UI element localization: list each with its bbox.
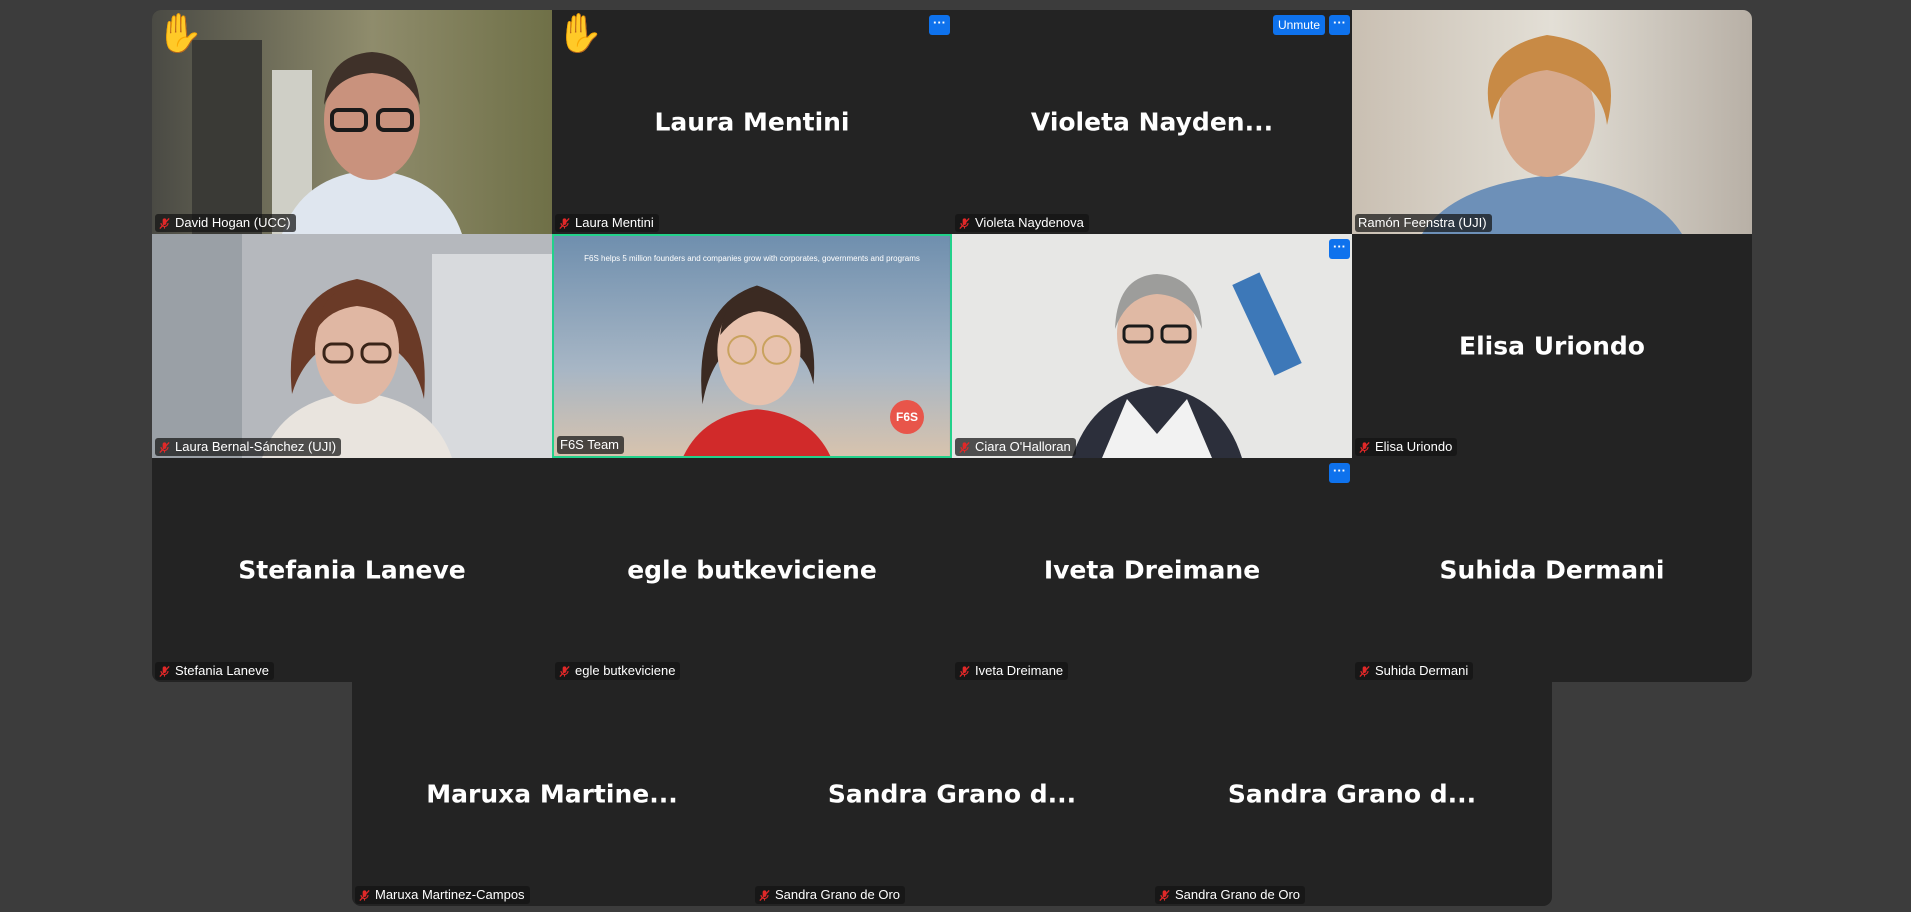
participant-display-name: Iveta Dreimane xyxy=(1043,555,1261,585)
participant-name: Sandra Grano de Oro xyxy=(775,887,901,902)
muted-mic-icon xyxy=(1358,665,1371,678)
participant-name: Suhida Dermani xyxy=(1375,663,1469,678)
participant-name-label: Ciara O'Halloran xyxy=(955,438,1076,456)
video-tile-sandra-grano-de-oro-1[interactable]: Sandra Grano d... Sandra Grano de Oro xyxy=(752,682,1152,906)
video-tile-stefania-laneve[interactable]: Stefania Laneve Stefania Laneve xyxy=(152,458,552,682)
video-tile-ciara-ohalloran[interactable]: ··· Ciara O'Halloran xyxy=(952,234,1352,458)
participant-name: Maruxa Martinez-Campos xyxy=(375,887,525,902)
participant-display-name: Sandra Grano d... xyxy=(1227,779,1477,809)
participant-name: Ramón Feenstra (UJI) xyxy=(1358,215,1487,230)
more-options-button[interactable]: ··· xyxy=(1329,239,1350,259)
participant-display-name: Violeta Nayden... xyxy=(1030,107,1274,137)
participant-name: Sandra Grano de Oro xyxy=(1175,887,1301,902)
participant-name-label: Sandra Grano de Oro xyxy=(755,886,906,904)
participant-name-label: Elisa Uriondo xyxy=(1355,438,1458,456)
video-tile-egle-butkeviciene[interactable]: egle butkeviciene egle butkeviciene xyxy=(552,458,952,682)
participant-name-label: Laura Bernal-Sánchez (UJI) xyxy=(155,438,342,456)
video-tile-sandra-grano-de-oro-2[interactable]: Sandra Grano d... Sandra Grano de Oro xyxy=(1152,682,1552,906)
video-tile-iveta-dreimane[interactable]: Iveta Dreimane ··· Iveta Dreimane xyxy=(952,458,1352,682)
participant-name: Elisa Uriondo xyxy=(1375,439,1453,454)
unmute-button[interactable]: Unmute xyxy=(1272,15,1325,35)
participant-name-label: Violeta Naydenova xyxy=(955,214,1089,232)
participant-name-label: Laura Mentini xyxy=(555,214,659,232)
video-tile-ramon-feenstra[interactable]: Ramón Feenstra (UJI) xyxy=(1352,10,1752,234)
participant-name: Iveta Dreimane xyxy=(975,663,1064,678)
video-tile-f6s-team[interactable]: F6S helps 5 million founders and compani… xyxy=(552,234,952,458)
f6s-logo: F6S xyxy=(890,400,924,434)
participant-display-name: Laura Mentini xyxy=(654,107,850,137)
video-tile-laura-mentini[interactable]: Laura Mentini ✋ ··· Laura Mentini xyxy=(552,10,952,234)
participant-display-name: Suhida Dermani xyxy=(1439,555,1665,585)
raised-hand-icon: ✋ xyxy=(556,13,604,55)
participant-name: David Hogan (UCC) xyxy=(175,215,291,230)
muted-mic-icon xyxy=(158,665,171,678)
muted-mic-icon xyxy=(958,665,971,678)
video-tile-david-hogan[interactable]: ✋ David Hogan (UCC) xyxy=(152,10,552,234)
participant-name-label: Maruxa Martinez-Campos xyxy=(355,886,530,904)
participant-name: Stefania Laneve xyxy=(175,663,269,678)
participant-name-label: Suhida Dermani xyxy=(1355,662,1474,680)
participant-name: Violeta Naydenova xyxy=(975,215,1084,230)
video-tile-violeta-naydenova[interactable]: Violeta Nayden... Unmute ··· Violeta Nay… xyxy=(952,10,1352,234)
participant-video xyxy=(152,234,552,458)
participant-name-label: Stefania Laneve xyxy=(155,662,274,680)
participant-video xyxy=(1352,10,1752,234)
participant-name-label: Sandra Grano de Oro xyxy=(1155,886,1306,904)
video-tile-elisa-uriondo[interactable]: Elisa Uriondo Elisa Uriondo xyxy=(1352,234,1752,458)
participant-name-label: F6S Team xyxy=(557,436,625,454)
participant-name-label: Iveta Dreimane xyxy=(955,662,1069,680)
participant-display-name: Sandra Grano d... xyxy=(827,779,1077,809)
participant-name: Laura Bernal-Sánchez (UJI) xyxy=(175,439,337,454)
participant-display-name: Elisa Uriondo xyxy=(1459,331,1645,361)
participant-name-label: egle butkeviciene xyxy=(555,662,681,680)
more-options-button[interactable]: ··· xyxy=(929,15,950,35)
participant-display-name: egle butkeviciene xyxy=(627,555,877,585)
more-options-button[interactable]: ··· xyxy=(1329,15,1350,35)
muted-mic-icon xyxy=(358,889,371,902)
muted-mic-icon xyxy=(958,217,971,230)
participant-video xyxy=(554,236,950,456)
participant-video xyxy=(952,234,1352,458)
muted-mic-icon xyxy=(158,217,171,230)
participant-display-name: Stefania Laneve xyxy=(238,555,466,585)
participant-name-label: Ramón Feenstra (UJI) xyxy=(1355,214,1492,232)
participant-video xyxy=(152,10,552,234)
raised-hand-icon: ✋ xyxy=(156,13,204,55)
muted-mic-icon xyxy=(558,217,571,230)
participant-display-name: Maruxa Martine... xyxy=(426,779,678,809)
muted-mic-icon xyxy=(158,441,171,454)
muted-mic-icon xyxy=(558,665,571,678)
muted-mic-icon xyxy=(958,441,971,454)
muted-mic-icon xyxy=(1158,889,1171,902)
participant-name: Ciara O'Halloran xyxy=(975,439,1071,454)
muted-mic-icon xyxy=(758,889,771,902)
video-tile-suhida-dermani[interactable]: Suhida Dermani Suhida Dermani xyxy=(1352,458,1752,682)
video-tile-laura-bernal-sanchez[interactable]: Laura Bernal-Sánchez (UJI) xyxy=(152,234,552,458)
participant-name: F6S Team xyxy=(560,437,620,452)
participant-name-label: David Hogan (UCC) xyxy=(155,214,296,232)
muted-mic-icon xyxy=(1358,441,1371,454)
more-options-button[interactable]: ··· xyxy=(1329,463,1350,483)
participant-name: Laura Mentini xyxy=(575,215,654,230)
participant-name: egle butkeviciene xyxy=(575,663,676,678)
shared-slide-text: F6S helps 5 million founders and compani… xyxy=(584,254,920,263)
video-tile-maruxa-martinez-campos[interactable]: Maruxa Martine... Maruxa Martinez-Campos xyxy=(352,682,752,906)
video-gallery: ✋ David Hogan (UCC) Laura Mentini ✋ ··· … xyxy=(0,0,1911,912)
